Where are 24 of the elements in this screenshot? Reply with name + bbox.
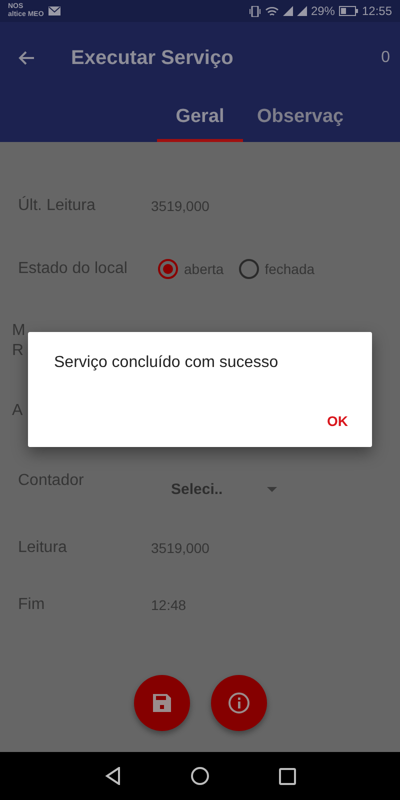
battery-icon	[338, 6, 358, 16]
header-counter: 0	[381, 49, 390, 67]
info-button[interactable]	[210, 675, 266, 731]
signal-icon	[296, 6, 307, 16]
tab[interactable]: Observaç	[247, 94, 354, 142]
save-button[interactable]	[134, 675, 190, 731]
back-icon[interactable]	[104, 767, 120, 785]
recents-icon[interactable]	[278, 768, 296, 784]
back-arrow-icon[interactable]	[18, 50, 35, 66]
dropdown-caret-icon	[266, 486, 277, 492]
clock: 12:55	[362, 4, 392, 18]
signal-icon	[282, 6, 293, 16]
wifi-icon	[264, 6, 279, 16]
info-icon	[228, 692, 250, 714]
save-icon	[152, 694, 170, 712]
dropdown[interactable]: Seleci..	[171, 480, 277, 498]
home-icon[interactable]	[190, 767, 208, 785]
mail-icon	[48, 6, 61, 16]
ok-button[interactable]: OK	[319, 405, 356, 437]
screen-title: Executar Serviço	[71, 46, 234, 70]
dialog-message: Serviço concluído com sucesso	[54, 354, 280, 372]
tab[interactable]: Geral	[157, 94, 243, 142]
vibrate-icon	[248, 6, 261, 16]
battery-percent: 29%	[310, 4, 335, 18]
